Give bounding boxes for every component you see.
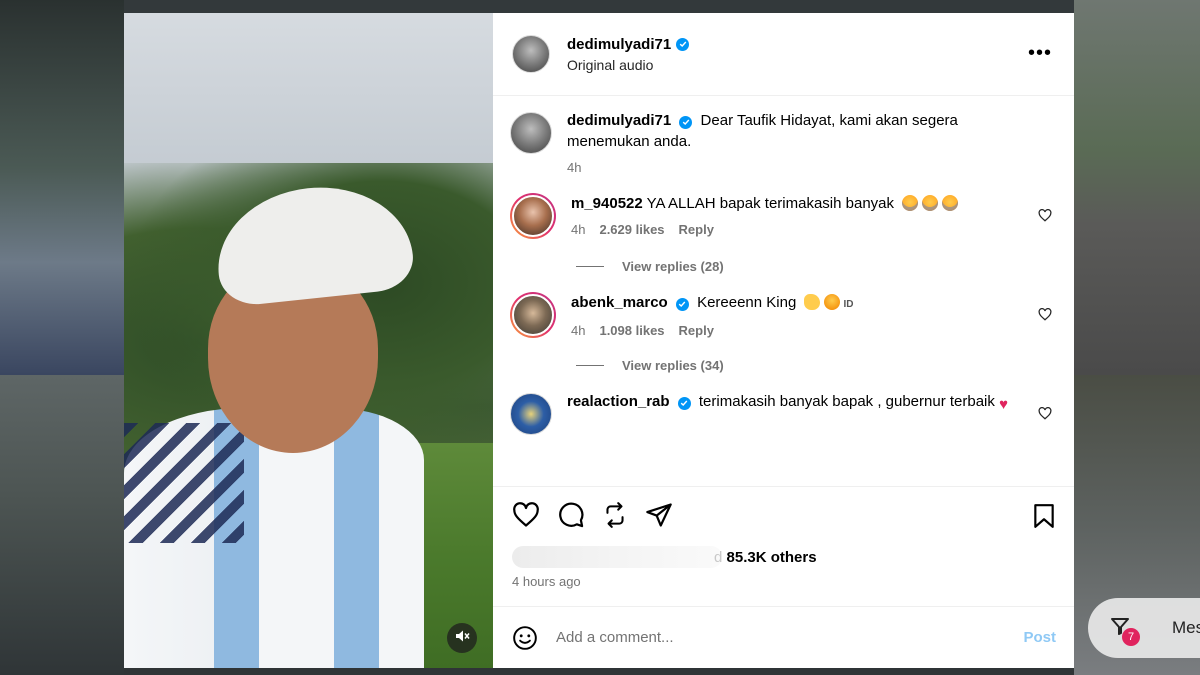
caption: dedimulyadi71 Dear Taufik Hidayat, kami … xyxy=(510,110,1054,175)
comment-likes[interactable]: 2.629 likes xyxy=(599,222,664,237)
video-player[interactable] xyxy=(124,13,493,668)
author-avatar[interactable] xyxy=(512,35,550,73)
post-button[interactable]: Post xyxy=(1023,629,1056,646)
comment-input[interactable] xyxy=(556,629,1024,646)
comment-text: terimakasih banyak bapak , gubernur terb… xyxy=(698,393,995,410)
verified-icon xyxy=(679,115,693,129)
crying-face-emoji xyxy=(902,195,919,211)
commenter-avatar xyxy=(512,294,554,336)
comments-list[interactable]: dedimulyadi71 Dear Taufik Hidayat, kami … xyxy=(493,96,1074,486)
speaker-muted-icon xyxy=(454,628,470,649)
flag-tag: ID xyxy=(843,299,854,310)
likes-prefix: d xyxy=(714,548,723,566)
like-comment-icon[interactable] xyxy=(1038,406,1052,425)
repost-icon[interactable] xyxy=(602,501,628,529)
verified-icon xyxy=(676,37,690,51)
reply-button[interactable]: Reply xyxy=(679,222,714,237)
audio-link[interactable]: Original audio xyxy=(567,57,689,73)
bookmark-icon[interactable] xyxy=(1032,503,1056,534)
clapping-emoji xyxy=(804,294,821,310)
commenter-avatar xyxy=(512,195,554,237)
caption-time: 4h xyxy=(567,160,582,175)
comment-item: m_940522 YA ALLAH bapak terimakasih bany… xyxy=(510,193,1054,239)
view-replies-label: View replies (34) xyxy=(622,358,724,373)
crying-face-emoji xyxy=(922,195,939,211)
likes-summary[interactable]: d 85.3K others xyxy=(493,542,1074,572)
comment-likes[interactable]: 1.098 likes xyxy=(599,323,664,338)
story-ring[interactable] xyxy=(510,292,556,338)
background-tile xyxy=(0,375,124,675)
emoji-picker-icon[interactable] xyxy=(512,625,538,651)
comment-item: realaction_rab terimakasih banyak bapak … xyxy=(510,391,1054,435)
liker-avatars xyxy=(512,546,722,568)
comment-composer: Post xyxy=(493,606,1074,668)
like-comment-icon[interactable] xyxy=(1038,208,1052,227)
verified-icon xyxy=(675,297,689,311)
commenter-avatar[interactable] xyxy=(510,393,552,435)
share-icon[interactable] xyxy=(645,502,673,528)
commenter-username[interactable]: m_940522 xyxy=(571,195,643,212)
story-ring[interactable] xyxy=(510,193,556,239)
verified-icon xyxy=(677,396,691,410)
mute-button[interactable] xyxy=(447,623,477,653)
comment-icon[interactable] xyxy=(557,501,585,529)
background-tile xyxy=(0,0,124,375)
like-icon[interactable] xyxy=(512,501,540,528)
comment-text: YA ALLAH bapak terimakasih banyak xyxy=(646,195,895,212)
caption-author[interactable]: dedimulyadi71 xyxy=(567,112,671,129)
comment-item: abenk_marco Kereeenn King ID 4h 1.098 li… xyxy=(510,292,1054,338)
background-tile xyxy=(1074,0,1200,375)
action-bar xyxy=(493,486,1074,542)
post-timestamp: 4 hours ago xyxy=(512,574,581,589)
commenter-username[interactable]: realaction_rab xyxy=(567,393,670,410)
more-options-button[interactable]: ••• xyxy=(1028,43,1052,63)
background-tile xyxy=(124,0,1074,13)
comment-text: Kereeenn King xyxy=(697,294,797,311)
post-header: dedimulyadi71 Original audio ••• xyxy=(493,13,1074,96)
unread-badge: 7 xyxy=(1122,628,1140,646)
commenter-username[interactable]: abenk_marco xyxy=(571,294,668,311)
like-comment-icon[interactable] xyxy=(1038,307,1052,326)
comment-time: 4h xyxy=(571,222,586,237)
background-tile xyxy=(124,668,1074,675)
author-avatar[interactable] xyxy=(510,112,552,154)
messages-label: Messa xyxy=(1172,618,1200,637)
view-replies-button[interactable]: View replies (28) xyxy=(576,259,1054,274)
heart-emoji: ♥ xyxy=(999,396,1008,413)
view-replies-label: View replies (28) xyxy=(622,259,724,274)
reply-button[interactable]: Reply xyxy=(679,323,714,338)
post-panel: dedimulyadi71 Original audio ••• dedimul… xyxy=(493,13,1074,668)
hot-face-emoji xyxy=(824,294,841,310)
comment-time: 4h xyxy=(571,323,586,338)
crying-face-emoji xyxy=(942,195,959,211)
view-replies-button[interactable]: View replies (34) xyxy=(576,358,1054,373)
likes-count[interactable]: 85.3K others xyxy=(727,549,817,566)
post-modal: dedimulyadi71 Original audio ••• dedimul… xyxy=(124,13,1074,668)
author-username[interactable]: dedimulyadi71 xyxy=(567,36,671,53)
messages-button[interactable]: 7 Messa xyxy=(1088,598,1200,658)
